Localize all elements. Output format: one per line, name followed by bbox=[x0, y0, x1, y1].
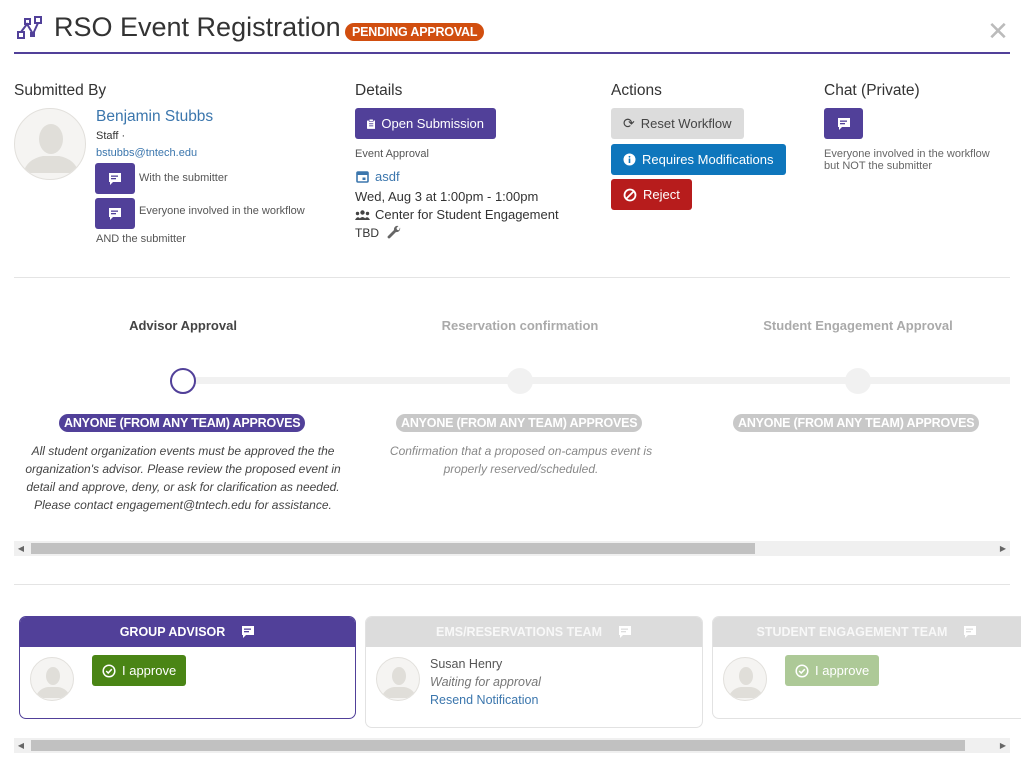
details-heading: Details bbox=[355, 82, 403, 99]
team-header: STUDENT ENGAGEMENT TEAM bbox=[713, 617, 1021, 647]
event-organization: Center for Student Engagement bbox=[355, 207, 559, 222]
chat-icon bbox=[109, 172, 121, 185]
member-status: Waiting for approval bbox=[430, 675, 541, 689]
scroll-left-icon[interactable]: ◀ bbox=[14, 738, 28, 753]
approve-button[interactable]: I approve bbox=[92, 655, 187, 686]
step-dot-active[interactable] bbox=[170, 368, 196, 394]
team-header: EMS/RESERVATIONS TEAM bbox=[366, 617, 702, 647]
check-circle-icon bbox=[102, 663, 116, 678]
step-rule-badge: ANYONE (FROM ANY TEAM) APPROVES bbox=[396, 414, 643, 432]
submitted-by-heading: Submitted By bbox=[14, 82, 107, 99]
member-avatar bbox=[376, 657, 420, 701]
member-name: Susan Henry bbox=[430, 657, 503, 671]
steps-scrollbar[interactable]: ◀ ▶ bbox=[14, 541, 1010, 556]
scrollbar-thumb[interactable] bbox=[31, 740, 965, 751]
step-title-engagement: Student Engagement Approval bbox=[763, 318, 953, 333]
chat-private-button[interactable] bbox=[824, 108, 863, 139]
chat-submitter-label: With the submitter bbox=[139, 172, 228, 184]
chat-icon[interactable] bbox=[963, 625, 977, 639]
clipboard-icon bbox=[367, 118, 376, 129]
resend-notification-link[interactable]: Resend Notification bbox=[430, 693, 538, 707]
team-name: STUDENT ENGAGEMENT TEAM bbox=[756, 625, 948, 639]
location-text: TBD bbox=[355, 225, 379, 240]
chat-everyone-label: Everyone involved in the workflow bbox=[139, 205, 305, 217]
organization-name: Center for Student Engagement bbox=[375, 207, 559, 222]
step-rule-badge: ANYONE (FROM ANY TEAM) APPROVES bbox=[59, 414, 306, 432]
member-avatar bbox=[723, 657, 767, 701]
step-description: All student organization events must be … bbox=[25, 444, 341, 512]
event-name: asdf bbox=[375, 169, 400, 184]
info-icon bbox=[623, 153, 636, 166]
chat-icon bbox=[109, 207, 121, 220]
scrollbar-thumb[interactable] bbox=[31, 543, 755, 554]
scroll-left-icon[interactable]: ◀ bbox=[14, 541, 28, 556]
event-location: TBD bbox=[355, 225, 402, 240]
teams-scrollbar[interactable]: ◀ ▶ bbox=[14, 738, 1010, 753]
section-divider bbox=[14, 584, 1010, 585]
header-divider bbox=[14, 52, 1010, 54]
submitter-name[interactable]: Benjamin Stubbs bbox=[96, 108, 213, 126]
section-divider bbox=[14, 277, 1010, 278]
check-circle-icon bbox=[795, 663, 809, 678]
open-submission-button[interactable]: Open Submission bbox=[355, 108, 496, 139]
wrench-icon bbox=[387, 225, 401, 239]
step-dot-pending[interactable] bbox=[845, 368, 871, 394]
chat-icon[interactable] bbox=[241, 625, 255, 639]
chat-icon[interactable] bbox=[618, 625, 632, 639]
step-track bbox=[183, 377, 1010, 384]
step-description: Confirmation that a proposed on-campus e… bbox=[389, 444, 653, 476]
event-link[interactable]: asdf bbox=[356, 169, 400, 184]
step-rule-badge: ANYONE (FROM ANY TEAM) APPROVES bbox=[733, 414, 980, 432]
actions-heading: Actions bbox=[611, 82, 662, 99]
reset-workflow-button[interactable]: ⟳ Reset Workflow bbox=[611, 108, 744, 139]
close-icon[interactable]: ✕ bbox=[986, 18, 1010, 44]
open-submission-label: Open Submission bbox=[381, 116, 484, 131]
scroll-right-icon[interactable]: ▶ bbox=[996, 541, 1010, 556]
submitter-email[interactable]: bstubbs@tntech.edu bbox=[96, 147, 197, 159]
team-name: EMS/RESERVATIONS TEAM bbox=[436, 625, 602, 639]
ban-icon bbox=[623, 188, 637, 201]
page-title: RSO Event Registration bbox=[54, 12, 341, 42]
team-name: GROUP ADVISOR bbox=[119, 625, 226, 639]
team-card-group-advisor: GROUP ADVISOR I approve bbox=[19, 616, 356, 719]
requires-modifications-button[interactable]: Requires Modifications bbox=[611, 144, 786, 175]
form-type: Event Approval bbox=[355, 148, 429, 160]
group-icon bbox=[355, 209, 370, 220]
chat-private-heading: Chat (Private) bbox=[824, 82, 920, 99]
step-title-reservation: Reservation confirmation bbox=[441, 318, 599, 333]
team-card-student-engagement: STUDENT ENGAGEMENT TEAM I approve bbox=[712, 616, 1021, 719]
reject-button[interactable]: Reject bbox=[611, 179, 692, 210]
scroll-right-icon[interactable]: ▶ bbox=[996, 738, 1010, 753]
step-title-advisor: Advisor Approval bbox=[129, 318, 237, 333]
calendar-icon bbox=[356, 171, 369, 183]
refresh-icon: ⟳ bbox=[623, 115, 635, 131]
submitter-avatar bbox=[14, 108, 86, 180]
chat-icon bbox=[837, 117, 850, 130]
submitter-role: Staff · bbox=[96, 130, 126, 142]
chat-with-submitter-button[interactable] bbox=[95, 163, 135, 194]
member-avatar bbox=[30, 657, 74, 701]
step-dot-pending[interactable] bbox=[507, 368, 533, 394]
team-header: GROUP ADVISOR bbox=[20, 617, 355, 647]
chat-everyone-suffix: AND the submitter bbox=[96, 233, 186, 245]
team-card-ems-reservations: EMS/RESERVATIONS TEAM Susan Henry Waitin… bbox=[365, 616, 703, 728]
event-time: Wed, Aug 3 at 1:00pm - 1:00pm bbox=[355, 189, 539, 204]
workflow-icon bbox=[16, 14, 44, 42]
status-badge: PENDING APPROVAL bbox=[345, 23, 485, 41]
approve-button-disabled: I approve bbox=[785, 655, 880, 686]
chat-private-description: Everyone involved in the workflow but NO… bbox=[824, 148, 990, 172]
chat-everyone-button[interactable] bbox=[95, 198, 135, 229]
